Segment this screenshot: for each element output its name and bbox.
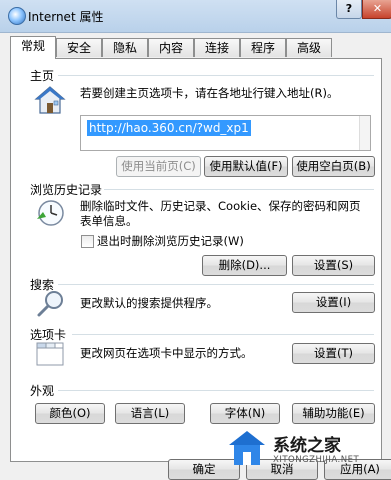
- homepage-divider: [58, 75, 374, 76]
- colors-button[interactable]: 颜色(O): [35, 403, 105, 424]
- tab-advanced[interactable]: 高级: [286, 38, 332, 57]
- tab-security[interactable]: 安全: [56, 38, 102, 57]
- search-divider: [58, 284, 374, 285]
- appearance-divider: [58, 390, 374, 391]
- tabs-icon: [36, 342, 64, 366]
- homepage-title: 主页: [30, 69, 55, 83]
- fonts-button[interactable]: 字体(N): [210, 403, 280, 424]
- search-description: 更改默认的搜索提供程序。: [80, 296, 218, 310]
- watermark-site: XITONGZHIJIA.NET: [273, 455, 360, 465]
- tab-programs[interactable]: 程序: [240, 38, 286, 57]
- tab-privacy[interactable]: 隐私: [102, 38, 148, 57]
- window-title: Internet 属性: [28, 10, 104, 24]
- history-description-line1: 删除临时文件、历史记录、Cookie、保存的密码和网页: [80, 199, 361, 213]
- accessibility-button[interactable]: 辅助功能(E): [292, 403, 375, 424]
- close-button[interactable]: ✕: [362, 0, 391, 19]
- tab-connections[interactable]: 连接: [194, 38, 240, 57]
- homepage-url-box[interactable]: http://hao.360.cn/?wd_xp1: [80, 115, 371, 151]
- languages-button[interactable]: 语言(L): [115, 403, 185, 424]
- history-settings-button[interactable]: 设置(S): [292, 255, 375, 276]
- tabs-section-description: 更改网页在选项卡中显示的方式。: [80, 346, 253, 360]
- use-default-button[interactable]: 使用默认值(F): [204, 156, 288, 177]
- tab-general[interactable]: 常规: [10, 36, 56, 59]
- url-scrollbar[interactable]: [359, 116, 370, 150]
- watermark-brand: 系统之家: [273, 436, 341, 456]
- tabs-section-divider: [72, 334, 374, 335]
- history-title: 浏览历史记录: [30, 183, 103, 197]
- magnifier-icon: [37, 291, 63, 317]
- homepage-url-text[interactable]: http://hao.360.cn/?wd_xp1: [87, 120, 251, 136]
- tabs-settings-button[interactable]: 设置(T): [292, 343, 375, 364]
- search-settings-button[interactable]: 设置(I): [292, 292, 375, 313]
- internet-explorer-icon: [8, 7, 26, 25]
- appearance-title: 外观: [30, 384, 55, 398]
- watermark-logo-icon: [229, 431, 265, 465]
- home-icon: [34, 86, 66, 114]
- history-clock-icon: [37, 200, 64, 226]
- homepage-description: 若要创建主页选项卡，请在各地址行键入地址(R)。: [80, 86, 339, 100]
- tab-content[interactable]: 内容: [148, 38, 194, 57]
- delete-history-button[interactable]: 删除(D)...: [202, 255, 287, 276]
- use-current-button[interactable]: 使用当前页(C): [116, 156, 201, 177]
- history-description-line2: 表单信息。: [80, 214, 138, 228]
- delete-on-exit-label[interactable]: 退出时删除浏览历史记录(W): [97, 234, 244, 249]
- delete-on-exit-checkbox[interactable]: [81, 235, 94, 248]
- help-button[interactable]: ?: [336, 0, 362, 19]
- history-divider: [104, 189, 374, 190]
- use-blank-button[interactable]: 使用空白页(B): [292, 156, 375, 177]
- watermark: 系统之家 XITONGZHIJIA.NET: [225, 425, 391, 475]
